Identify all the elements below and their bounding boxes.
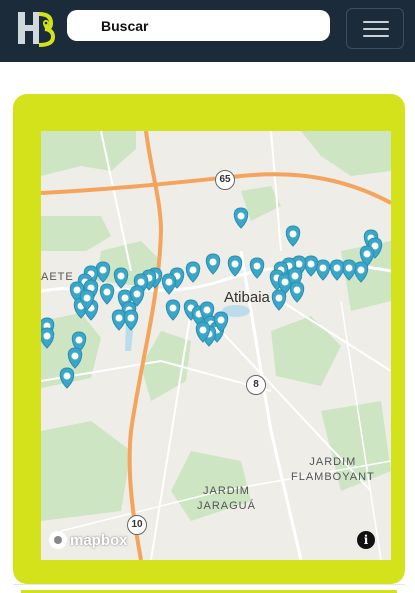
bh-logo-icon[interactable] bbox=[16, 8, 56, 48]
map-pin-dot bbox=[43, 332, 51, 340]
map-pin-dot bbox=[63, 372, 71, 380]
map-pin-dot bbox=[289, 230, 297, 238]
map-pin-dot bbox=[307, 260, 315, 268]
top-navbar bbox=[0, 0, 415, 62]
map-pin-dot bbox=[83, 294, 91, 302]
route-shield: 8 bbox=[246, 375, 266, 395]
map-pin-dot bbox=[209, 258, 217, 266]
mapbox-text: mapbox bbox=[70, 531, 128, 549]
search-input[interactable] bbox=[67, 10, 330, 41]
map-pin-dot bbox=[275, 294, 283, 302]
neighborhood-label: JARDIM FLAMBOYANT bbox=[291, 456, 375, 483]
map-pin-dot bbox=[293, 286, 301, 294]
next-card-edge bbox=[13, 584, 405, 593]
map-pin-dot bbox=[75, 336, 83, 344]
route-shield: 10 bbox=[127, 515, 147, 535]
mapbox-icon bbox=[49, 531, 67, 549]
map-pin-dot bbox=[363, 250, 371, 258]
map-pin-dot bbox=[117, 272, 125, 280]
map-pin-dot bbox=[165, 278, 173, 286]
neighborhood-label: JARDIM JARAGUÁ bbox=[197, 485, 256, 512]
map-pin-dot bbox=[319, 264, 327, 272]
map-pin-dot bbox=[237, 212, 245, 220]
hamburger-icon-bar bbox=[363, 35, 389, 37]
map-pin-dot bbox=[333, 264, 341, 272]
map-pin-dot bbox=[99, 266, 107, 274]
hamburger-icon bbox=[363, 21, 389, 23]
map-pin-dot bbox=[203, 306, 211, 314]
route-shield: 65 bbox=[215, 170, 235, 190]
map-pin-dot bbox=[103, 288, 111, 296]
map-pin-dot bbox=[253, 262, 261, 270]
map-pin-dot bbox=[291, 272, 299, 280]
neighborhood-label: AETE bbox=[41, 271, 74, 283]
map-pin-dot bbox=[199, 326, 207, 334]
map-pin-dot bbox=[127, 314, 135, 322]
map-pin-dot bbox=[71, 352, 79, 360]
info-icon[interactable]: i bbox=[357, 531, 375, 549]
menu-toggle-button[interactable] bbox=[346, 8, 404, 49]
map-pin-dot bbox=[189, 266, 197, 274]
city-label: Atibaia bbox=[224, 289, 270, 306]
mapbox-attribution-logo[interactable]: mapbox bbox=[49, 529, 128, 551]
map-pin-dot bbox=[133, 290, 141, 298]
map-pin-dot bbox=[345, 264, 353, 272]
map-pin-dot bbox=[73, 286, 81, 294]
hamburger-icon-bar bbox=[363, 28, 389, 30]
map-view[interactable]: Atibaia AETE JARDIM FLAMBOYANT JARDIM JA… bbox=[41, 131, 391, 560]
map-pin-dot bbox=[295, 260, 303, 268]
map-pin-dot bbox=[137, 278, 145, 286]
map-pin-dot bbox=[169, 304, 177, 312]
map-pin-dot bbox=[357, 266, 365, 274]
map-pin-dot bbox=[281, 278, 289, 286]
map-pin-dot bbox=[231, 260, 239, 268]
map-pin-dot bbox=[121, 294, 129, 302]
map-pin-dot bbox=[115, 314, 123, 322]
map-pin-dot bbox=[217, 316, 225, 324]
